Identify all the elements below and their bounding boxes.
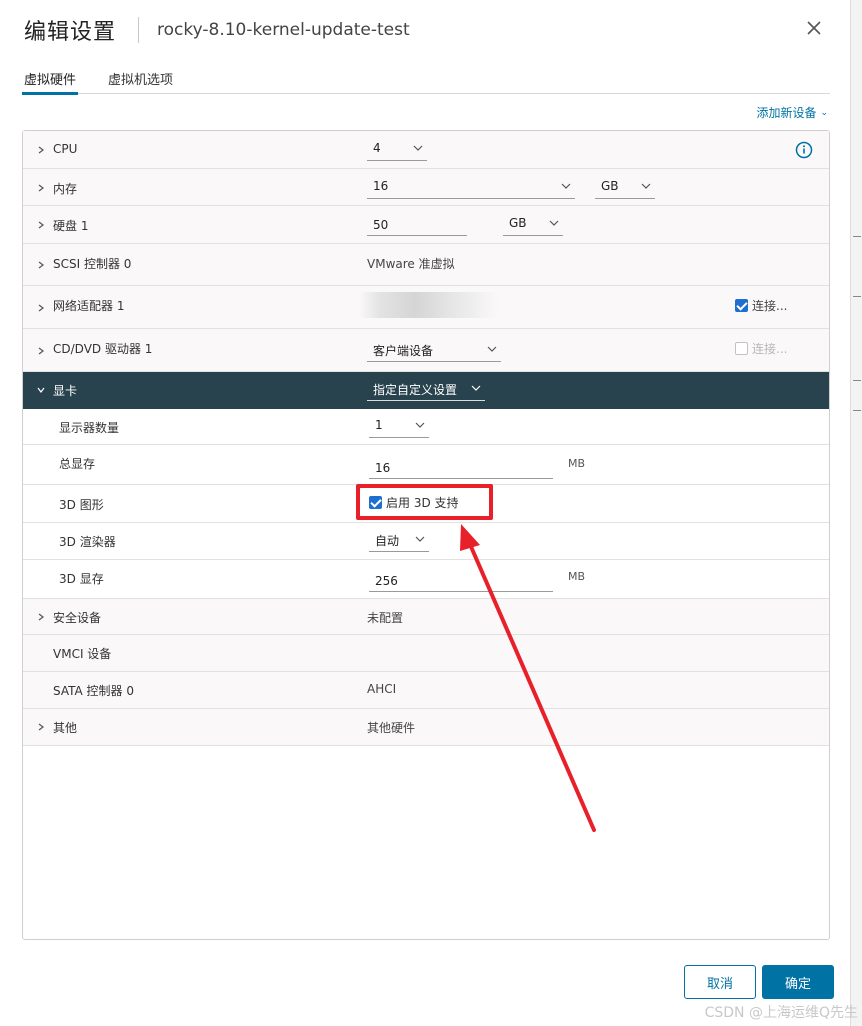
tab-bar: 虚拟硬件 虚拟机选项 [22,64,830,95]
other-label: 其他 [53,721,78,735]
cd-dvd-connect-label: 连接... [752,342,788,356]
watermark: CSDN @上海运维Q先生 [704,1005,858,1021]
row-video-card[interactable]: 显卡 指定自定义设置 [23,372,829,409]
row-hard-disk: 硬盘 1 50 GB [23,206,829,244]
redacted-network-name [359,292,499,318]
cd-dvd-value: 客户端设备 [373,344,434,358]
memory-unit: GB [601,179,619,193]
video-card-value: 指定自定义设置 [373,383,458,397]
chevron-right-icon[interactable] [37,304,45,312]
renderer-3d-select[interactable]: 自动 [369,530,429,552]
dialog-title: 编辑设置 [24,20,117,45]
memory-3d-label: 3D 显存 [59,572,104,586]
close-icon[interactable] [806,20,822,36]
displays-select[interactable]: 1 [369,416,429,438]
annotation-highlight-box [356,484,493,520]
hard-disk-unit: GB [509,216,527,230]
cpu-select[interactable]: 4 [367,139,427,161]
vm-name: rocky-8.10-kernel-update-test [157,20,410,40]
chevron-down-icon [471,385,481,391]
cancel-button[interactable]: 取消 [684,965,756,999]
row-memory: 内存 16 GB [23,169,829,206]
displays-label: 显示器数量 [59,421,120,435]
security-value: 未配置 [367,611,404,625]
chevron-right-icon[interactable] [37,347,45,355]
chevron-down-icon[interactable] [37,386,45,394]
renderer-3d-value: 自动 [375,534,400,548]
hardware-list: CPU 4 内存 16 GB 硬盘 1 50 GB SCSI 控制器 0 VMw… [22,130,830,940]
row-other: 其他 其他硬件 [23,709,829,746]
sata-value: AHCI [367,682,397,696]
add-new-device-label: 添加新设备 [756,106,817,120]
chevron-down-icon [549,220,559,226]
edit-settings-dialog: 编辑设置 rocky-8.10-kernel-update-test 虚拟硬件 … [0,0,850,1026]
chevron-down-icon [561,183,571,189]
chevron-down-icon [487,346,497,352]
chevron-right-icon[interactable] [37,723,45,731]
graphics-3d-label: 3D 图形 [59,498,104,512]
cpu-label: CPU [53,142,78,156]
video-card-select[interactable]: 指定自定义设置 [367,379,485,401]
add-new-device-button[interactable]: 添加新设备 ⌄ [756,104,828,121]
network-connect-label: 连接... [752,299,788,313]
total-vram-input[interactable]: 16 [369,455,553,479]
title-divider [138,17,140,43]
chevron-right-icon[interactable] [37,221,45,229]
row-number-of-displays: 显示器数量 1 [23,409,829,445]
cd-dvd-connect-checkbox[interactable]: 连接... [735,340,787,357]
chevron-down-icon [641,183,651,189]
chevron-right-icon[interactable] [37,261,45,269]
row-cd-dvd-drive: CD/DVD 驱动器 1 客户端设备 连接... [23,329,829,372]
memory-3d-unit: MB [568,570,586,583]
hard-disk-unit-select[interactable]: GB [503,214,563,236]
tab-virtual-hardware[interactable]: 虚拟硬件 [22,64,79,95]
checkbox-checked-icon [735,299,748,312]
memory-label: 内存 [53,182,78,196]
displays-value: 1 [375,418,383,432]
row-network-adapter: 网络适配器 1 连接... [23,286,829,329]
vmci-label: VMCI 设备 [53,647,112,661]
memory-unit-select[interactable]: GB [595,177,655,199]
info-icon[interactable] [795,141,813,159]
hard-disk-size-input[interactable]: 50 [367,212,467,236]
memory-value: 16 [373,179,389,193]
row-scsi-controller: SCSI 控制器 0 VMware 准虚拟 [23,244,829,286]
checkbox-unchecked-icon [735,342,748,355]
scsi-value: VMware 准虚拟 [367,257,455,271]
hard-disk-label: 硬盘 1 [53,219,89,233]
memory-3d-input[interactable]: 256 [369,568,553,592]
dialog-header: 编辑设置 rocky-8.10-kernel-update-test [24,14,410,46]
row-vmci-device: VMCI 设备 [23,635,829,672]
security-label: 安全设备 [53,611,102,625]
ok-button[interactable]: 确定 [762,965,834,999]
row-3d-memory: 3D 显存 256 MB [23,560,829,599]
other-value: 其他硬件 [367,721,416,735]
chevron-down-icon: ⌄ [820,107,828,118]
sata-label: SATA 控制器 0 [53,684,134,698]
network-connect-checkbox[interactable]: 连接... [735,297,787,314]
chevron-right-icon[interactable] [37,613,45,621]
renderer-3d-label: 3D 渲染器 [59,535,116,549]
chevron-right-icon[interactable] [37,184,45,192]
row-security-devices: 安全设备 未配置 [23,599,829,635]
chevron-right-icon[interactable] [37,146,45,154]
tab-vm-options[interactable]: 虚拟机选项 [106,64,175,94]
cd-dvd-label: CD/DVD 驱动器 1 [53,342,153,356]
scsi-label: SCSI 控制器 0 [53,257,132,271]
cpu-value: 4 [373,141,381,155]
total-vram-unit: MB [568,457,586,470]
row-sata-controller: SATA 控制器 0 AHCI [23,672,829,709]
total-vram-label: 总显存 [59,457,96,471]
memory-select[interactable]: 16 [367,177,575,199]
video-card-label: 显卡 [53,384,78,398]
row-total-video-memory: 总显存 16 MB [23,445,829,485]
background-window-edge [850,0,862,1026]
chevron-down-icon [415,422,425,428]
cd-dvd-select[interactable]: 客户端设备 [367,340,501,362]
network-label: 网络适配器 1 [53,299,125,313]
row-cpu: CPU 4 [23,131,829,169]
row-3d-renderer: 3D 渲染器 自动 [23,523,829,560]
chevron-down-icon [415,536,425,542]
chevron-down-icon [413,145,423,151]
